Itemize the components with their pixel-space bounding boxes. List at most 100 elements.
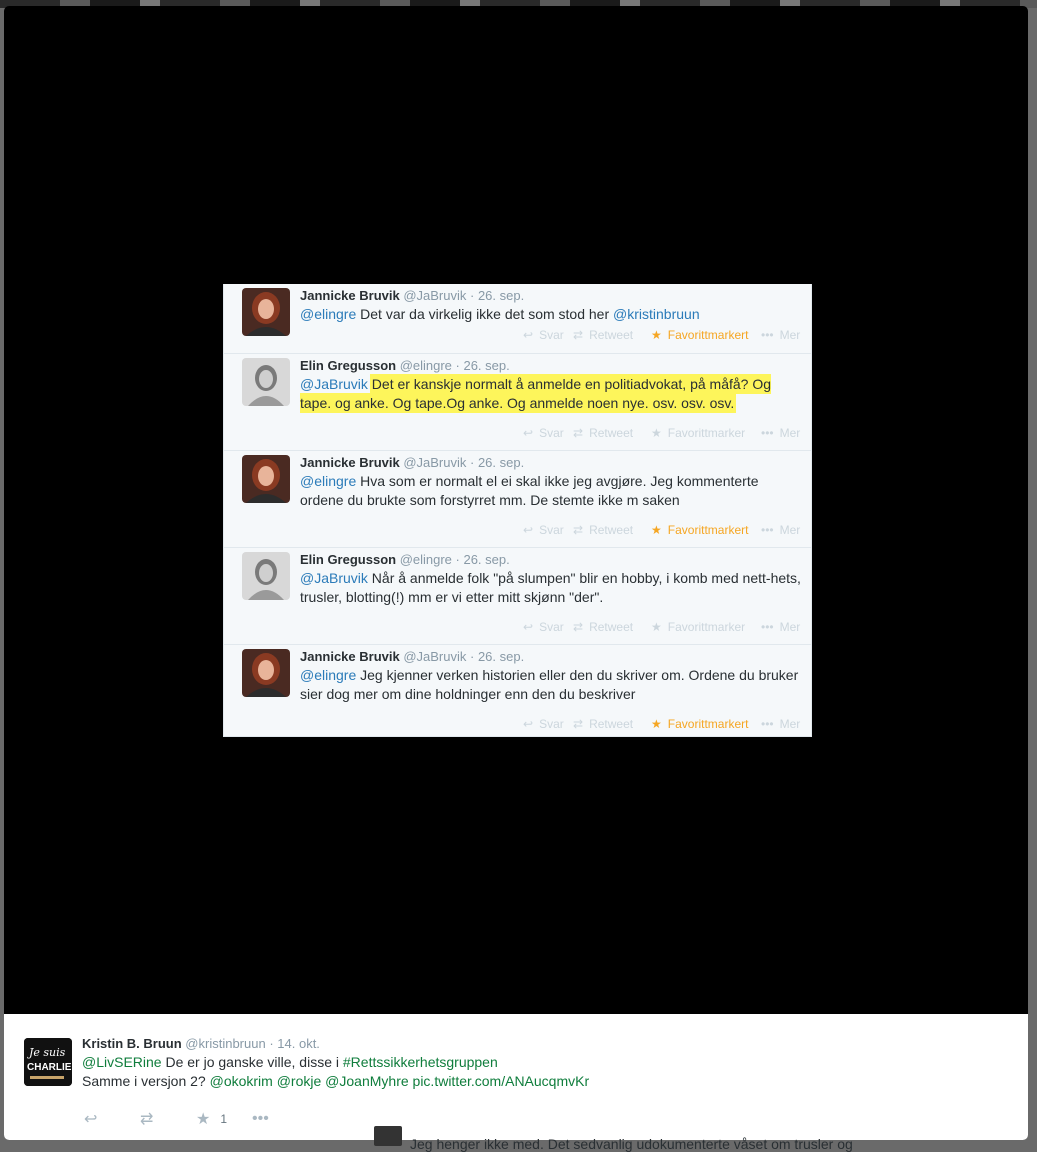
avatar[interactable]: Je suis CHARLIE [24,1038,72,1086]
embedded-tweet: Jannicke Bruvik @JaBruvik · 26. sep. @eli… [224,284,811,354]
svg-text:Je suis: Je suis [27,1046,66,1059]
star-icon: ★ [651,328,662,342]
action-label: Mer [779,717,801,731]
action-label: Svar [539,620,564,634]
retweet-icon: ⇄ [573,328,584,342]
user-name: Jannicke Bruvik [300,288,400,303]
action-label: Retweet [589,328,634,342]
tweet-actions: ↩ Svar ⇄ Retweet ★ Favorittmarker ••• Mer [523,620,803,634]
timestamp[interactable]: 14. okt. [277,1036,320,1051]
mention-link[interactable]: #Rettssikkerhetsgruppen [343,1054,498,1070]
mention-link: @kristinbruun [613,306,700,322]
embedded-tweet: Jannicke Bruvik @JaBruvik · 26. sep. @eli… [224,645,811,737]
action-label: Retweet [589,620,634,634]
tweet-header: Elin Gregusson @elingre · 26. sep. [300,552,805,567]
retweet-button[interactable]: ⇄ [140,1109,196,1129]
reply-button[interactable]: ↩ [84,1109,140,1129]
star-icon: ★ [651,620,662,634]
underlying-avatar [374,1126,402,1146]
tweet-content: Jannicke Bruvik @JaBruvik · 26. sep. @eli… [300,649,805,704]
star-icon: ★ [651,523,662,537]
timestamp: · 26. sep. [466,455,525,470]
action-label: Retweet [589,717,634,731]
text-segment: Det var da virkelig ikke det som stod he… [356,306,614,322]
tweet-actions: ↩ ⇄ ★ 1 ••• [84,1109,308,1129]
mention-link[interactable]: @okokrim [210,1073,273,1089]
embedded-tweet: Jannicke Bruvik @JaBruvik · 26. sep. @eli… [224,451,811,548]
tweet-actions: ↩ Svar ⇄ Retweet ★ Favorittmarkert ••• Mer [523,523,803,537]
star-icon: ★ [651,717,662,731]
more-icon: ••• [761,523,774,537]
retweet-icon: ⇄ [140,1111,154,1128]
retweet-action: ⇄ Retweet [573,717,651,731]
retweet-icon: ⇄ [573,426,584,440]
favorite-button[interactable]: ★ 1 [196,1109,252,1129]
retweet-action: ⇄ Retweet [573,523,651,537]
tweet-header: Kristin B. Bruun @kristinbruun · 14. okt… [82,1036,320,1051]
star-action: ★ Favorittmarkert [651,328,761,342]
action-label: Favorittmarkert [667,717,749,731]
text-segment: Samme i versjon 2? [82,1073,210,1089]
user-handle[interactable]: @kristinbruun [185,1036,265,1051]
avatar [242,358,290,406]
mention-link[interactable]: @JoanMyhre [325,1073,408,1089]
user-handle: @JaBruvik [399,288,467,303]
star-icon: ★ [651,426,662,440]
text-segment: Når å anmelde folk "på slumpen" blir en … [300,570,801,605]
tweet-content: Jannicke Bruvik @JaBruvik · 26. sep. @eli… [300,455,805,510]
more-button[interactable]: ••• [252,1110,308,1128]
tweet-content: Jannicke Bruvik @JaBruvik · 26. sep. @eli… [300,288,805,324]
je-suis-charlie-logo: Je suis CHARLIE [24,1038,72,1086]
tweet-text: @elingre Hva som er normalt el ei skal i… [300,472,805,510]
retweet-action: ⇄ Retweet [573,426,651,440]
mention-link[interactable]: @rokje [277,1073,322,1089]
reply-icon: ↩ [523,328,534,342]
avatar [242,552,290,600]
tweet-screenshot-image: Jannicke Bruvik @JaBruvik · 26. sep. @eli… [223,284,812,737]
action-label: Mer [779,426,801,440]
user-name[interactable]: Kristin B. Bruun [82,1036,182,1051]
mention-link[interactable]: pic.twitter.com/ANAucqmvKr [413,1073,590,1089]
mention-link: @elingre [300,306,357,322]
avatar [242,649,290,697]
retweet-icon: ⇄ [573,523,584,537]
reply-action: ↩ Svar [523,717,573,731]
embedded-tweet: Elin Gregusson @elingre · 26. sep. @JaBru… [224,354,811,451]
user-handle: @elingre [396,358,452,373]
timestamp: · 26. sep. [451,552,510,567]
reply-icon: ↩ [84,1111,98,1128]
avatar [242,288,290,336]
star-icon: ★ [196,1111,211,1128]
star-action: ★ Favorittmarker [651,620,761,634]
reply-icon: ↩ [523,717,534,731]
tweet-line-2: Samme i versjon 2? @okokrim @rokje @Joan… [82,1072,1008,1091]
retweet-icon: ⇄ [573,717,584,731]
more-icon: ••• [761,620,774,634]
action-label: Mer [779,328,801,342]
tweet-actions: ↩ Svar ⇄ Retweet ★ Favorittmarkert ••• Mer [523,717,803,731]
user-name: Jannicke Bruvik [300,649,400,664]
mention-link[interactable]: @LivSERine [82,1054,162,1070]
tweet-header: Jannicke Bruvik @JaBruvik · 26. sep. [300,288,805,303]
more-icon: ••• [761,426,774,440]
mention-link: @elingre [300,667,357,683]
more-icon: ••• [252,1110,269,1127]
avatar [242,455,290,503]
reply-action: ↩ Svar [523,328,573,342]
more-action: ••• Mer [761,523,803,537]
reply-action: ↩ Svar [523,523,573,537]
action-label: Retweet [589,523,634,537]
action-label: Favorittmarker [667,620,746,634]
reply-icon: ↩ [523,620,534,634]
user-handle: @JaBruvik [399,455,467,470]
action-label: Svar [539,328,564,342]
reply-action: ↩ Svar [523,426,573,440]
more-action: ••• Mer [761,426,803,440]
timestamp: · 26. sep. [466,649,525,664]
more-action: ••• Mer [761,717,803,731]
action-label: Retweet [589,426,634,440]
action-label: Favorittmarker [667,426,746,440]
tweet-text: @elingre Det var da virkelig ikke det so… [300,305,805,324]
star-action: ★ Favorittmarkert [651,717,761,731]
retweet-action: ⇄ Retweet [573,328,651,342]
